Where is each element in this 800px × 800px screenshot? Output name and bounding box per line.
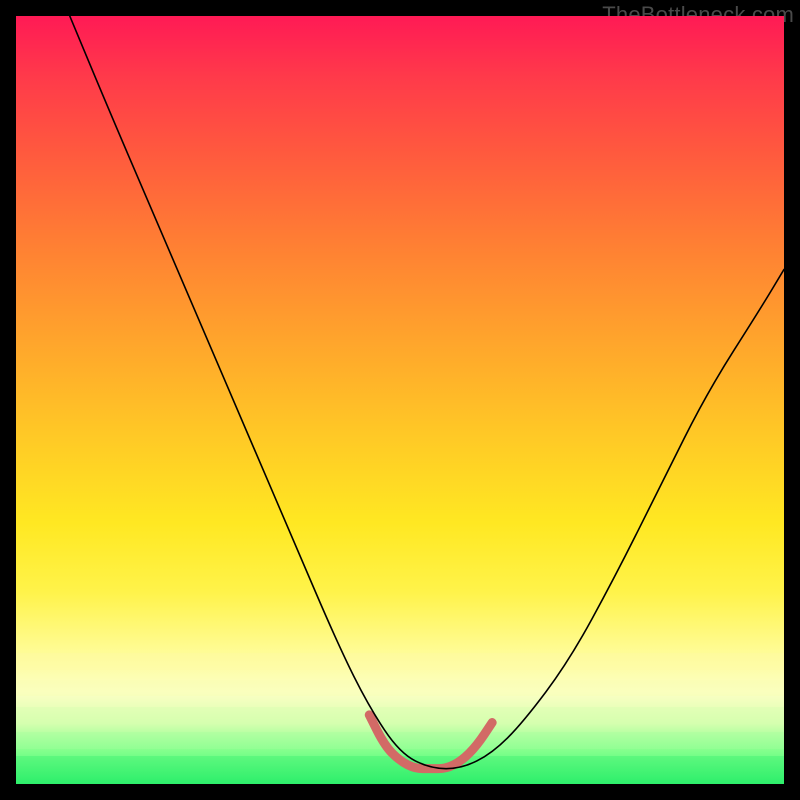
chart-svg <box>16 16 784 784</box>
main-curve-line <box>70 16 784 769</box>
trough-highlight-line <box>369 715 492 769</box>
plot-area <box>16 16 784 784</box>
chart-frame: TheBottleneck.com <box>0 0 800 800</box>
